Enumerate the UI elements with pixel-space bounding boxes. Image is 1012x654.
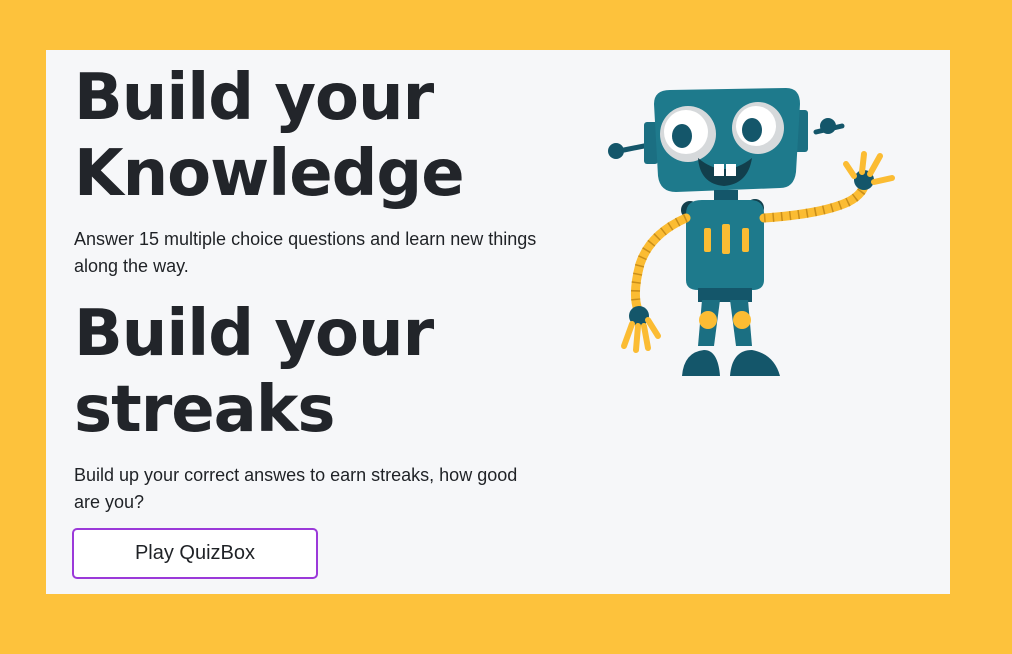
play-quizbox-button[interactable]: Play QuizBox: [72, 528, 318, 579]
streaks-heading-line-1: Build your: [74, 297, 434, 371]
knowledge-heading-line-2: Knowledge: [74, 137, 465, 211]
streaks-description: Build up your correct answes to earn str…: [74, 465, 518, 512]
hero-card: Build your Knowledge Answer 15 multiple …: [46, 50, 950, 594]
streaks-heading-line-2: streaks: [74, 373, 336, 447]
knowledge-description: Answer 15 multiple choice questions and …: [74, 229, 537, 276]
robot-mascot-icon: [608, 88, 895, 376]
hero-content: Build your Knowledge Answer 15 multiple …: [74, 60, 544, 532]
knowledge-heading: Build your Knowledge: [74, 60, 544, 212]
knowledge-heading-line-1: Build your: [74, 61, 434, 135]
streaks-heading: Build your streaks: [74, 296, 544, 448]
